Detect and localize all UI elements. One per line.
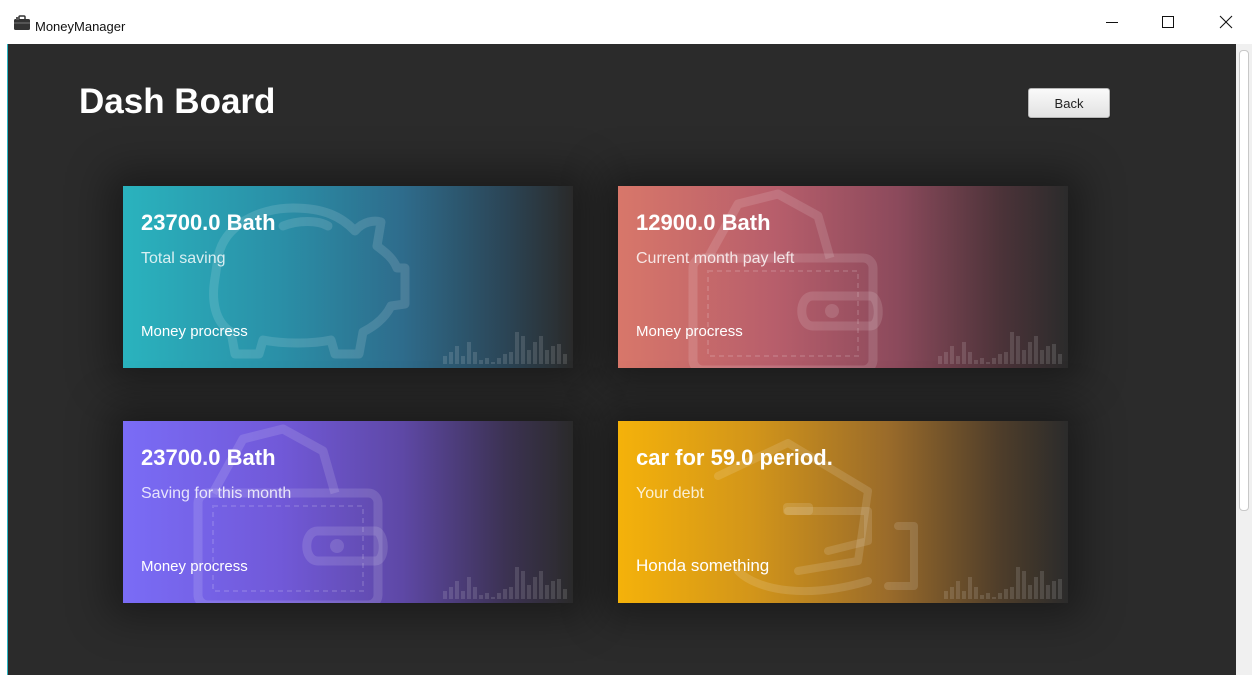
pay-left-label: Current month pay left <box>636 250 795 267</box>
pay-left-footer: Money procress <box>636 323 743 340</box>
total-saving-footer: Money procress <box>141 323 248 340</box>
saving-this-month-label: Saving for this month <box>141 485 292 502</box>
scrollbar-thumb[interactable] <box>1239 50 1249 511</box>
total-saving-value: 23700.0 Bath <box>141 210 276 235</box>
saving-this-month-footer: Money procress <box>141 558 248 575</box>
back-button[interactable]: Back <box>1028 88 1110 118</box>
debt-value: car for 59.0 period. <box>636 445 833 470</box>
total-saving-label: Total saving <box>141 250 226 267</box>
maximize-icon[interactable] <box>1158 12 1178 32</box>
minimize-icon[interactable] <box>1102 12 1122 32</box>
pay-left-value: 12900.0 Bath <box>636 210 771 235</box>
saving-this-month-value: 23700.0 Bath <box>141 445 276 470</box>
page-title: Dash Board <box>79 82 276 121</box>
current-month-pay-left-card[interactable]: 12900.0 Bath Current month pay left Mone… <box>618 186 1068 368</box>
window-titlebar: MoneyManager <box>0 0 1252 44</box>
close-icon[interactable] <box>1216 12 1236 32</box>
saving-this-month-card[interactable]: 23700.0 Bath Saving for this month Money… <box>123 421 573 603</box>
window-left-border <box>0 44 8 675</box>
debt-label: Your debt <box>636 485 704 502</box>
window-title: MoneyManager <box>35 19 126 34</box>
debt-footer: Honda something <box>636 556 770 575</box>
dashboard-content: Dash Board Back 23700.0 Bath Total savin… <box>8 44 1236 675</box>
total-saving-card[interactable]: 23700.0 Bath Total saving Money procress <box>123 186 573 368</box>
vertical-scrollbar[interactable] <box>1236 44 1252 675</box>
app-briefcase-icon <box>14 15 30 30</box>
debt-card[interactable]: car for 59.0 period. Your debt Honda som… <box>618 421 1068 603</box>
